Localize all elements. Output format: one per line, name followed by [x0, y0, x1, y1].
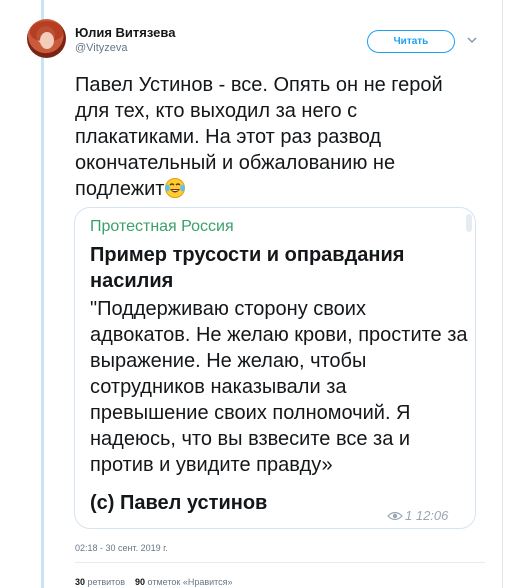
tears-of-joy-emoji-icon — [164, 177, 186, 199]
thread-connector-line — [41, 0, 44, 588]
retweets-count[interactable]: 30 — [75, 577, 85, 587]
tweet-stats: 30 ретвитов 90 отметок «Нравится» — [75, 577, 233, 587]
tweet-text-content: Павел Устинов - все. Опять он не герой д… — [75, 74, 443, 200]
follow-button[interactable]: Читать — [367, 30, 455, 53]
stats-divider — [75, 562, 485, 563]
avatar[interactable] — [27, 19, 66, 58]
embedded-post-card[interactable]: Протестная Россия Пример трусости и опра… — [74, 207, 476, 529]
post-views: 1 12:06 — [387, 508, 448, 523]
avatar-face — [40, 32, 54, 49]
chevron-down-icon[interactable] — [466, 34, 478, 46]
tweet-text: Павел Устинов - все. Опять он не герой д… — [75, 72, 475, 202]
tweet-timestamp[interactable]: 02:18 - 30 сент. 2019 г. — [75, 543, 168, 553]
channel-name: Протестная Россия — [90, 218, 234, 235]
post-body: "Поддерживаю сторону своих адвокатов. Не… — [90, 298, 468, 476]
thread-rail — [0, 0, 44, 588]
card-scrollbar[interactable] — [466, 214, 472, 232]
likes-count[interactable]: 90 — [135, 577, 145, 587]
post-views-value: 1 12:06 — [405, 508, 449, 523]
chevron-down-icon-svg — [467, 37, 477, 44]
retweets-label[interactable]: ретвитов — [88, 577, 125, 587]
author-handle[interactable]: @Vityzeva — [75, 42, 128, 54]
post-title: Пример трусости и оправдания насилия — [90, 244, 405, 292]
post-signature: (с) Павел устинов — [90, 492, 268, 514]
eye-icon — [387, 509, 403, 521]
column-border — [502, 0, 503, 588]
author-display-name[interactable]: Юлия Витязева — [75, 25, 175, 40]
likes-label[interactable]: отметок «Нравится» — [148, 577, 233, 587]
